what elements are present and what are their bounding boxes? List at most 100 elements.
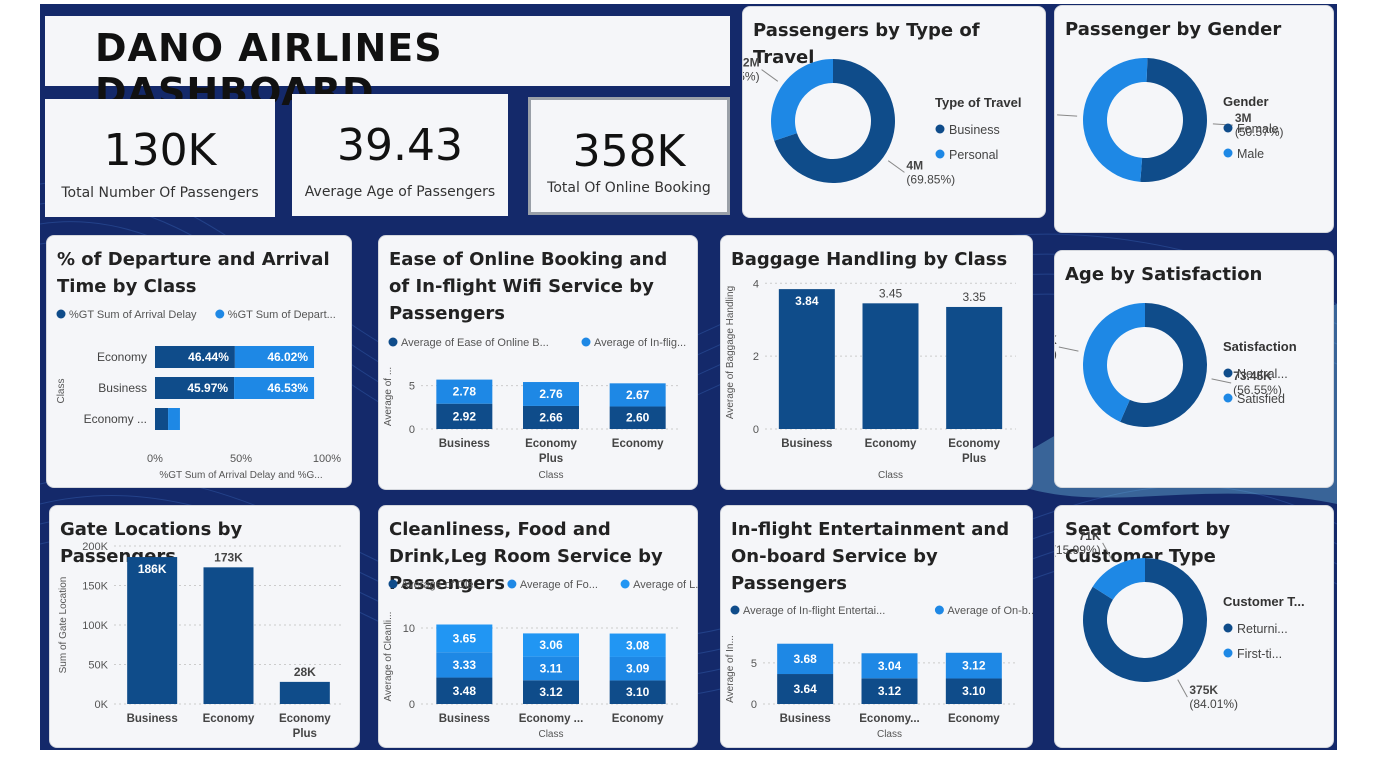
- legend-entry: Satisfied: [1237, 392, 1285, 406]
- category-label: Plus: [293, 728, 317, 740]
- category-label: Business: [781, 438, 832, 450]
- category-label: Business: [439, 438, 490, 450]
- category-label: Plus: [962, 453, 986, 465]
- chart-card-seat[interactable]: Seat Comfort by Customer Type 375K (84.01%…: [1054, 505, 1334, 748]
- tick-label: 100K: [82, 620, 108, 632]
- category-label: Economy: [525, 438, 577, 450]
- chart-card-agesat[interactable]: Age by Satisfaction73.45K(56.55%)56.43K(…: [1054, 250, 1334, 488]
- chart-svg-gate: 0K 50K 100K 150K 200K Sum of Gate Location 186…: [58, 541, 343, 740]
- kpi-label: Total Of Online Booking: [547, 180, 711, 196]
- bar: [778, 289, 835, 429]
- tick-label: 5: [751, 658, 757, 670]
- donut-slice: [771, 59, 833, 141]
- tick-label: 200K: [82, 541, 108, 553]
- data-label: 46.02%: [267, 350, 308, 364]
- data-label: 3.65: [453, 631, 477, 645]
- category-label: Economy: [948, 438, 1000, 450]
- chart-card-gender[interactable]: Passenger by Gender3M(50.57%)3M(49.43%)G…: [1054, 5, 1334, 233]
- category-label: Plus: [539, 453, 563, 465]
- kpi-label: Average Age of Passengers: [304, 184, 496, 200]
- legend-marker: [1223, 123, 1233, 133]
- bar: [203, 567, 254, 704]
- category-label: Economy: [612, 438, 664, 450]
- dashboard-canvas: DANO AIRLINES DASHBOARD 130K Total Numbe…: [0, 0, 1382, 758]
- x-axis-label: Class: [538, 729, 563, 740]
- legend-marker: [935, 124, 945, 134]
- percent-label: (69.85%): [906, 172, 955, 186]
- chart-card-baggage[interactable]: Baggage Handling by Class 0 2 4 Average of B…: [720, 235, 1033, 490]
- data-label: 2.78: [453, 385, 477, 399]
- value-label: 56.43K: [1055, 333, 1057, 347]
- x-axis-label: %GT Sum of Arrival Delay and %G...: [159, 470, 322, 481]
- category-label: Economy: [203, 713, 255, 725]
- category-label: Business: [780, 713, 831, 725]
- x-axis-label: Class: [878, 470, 903, 481]
- chart-card-clean[interactable]: Cleanliness, Food and Drink,Leg Room Ser…: [378, 505, 699, 748]
- legend-entry: Personal: [949, 148, 998, 162]
- tick-label: 10: [403, 623, 415, 635]
- legend-title: Type of Travel: [935, 95, 1021, 110]
- legend-title: Gender: [1223, 94, 1269, 109]
- legend-entry: Neutral...: [1237, 367, 1288, 381]
- data-label: 3.68: [793, 652, 817, 666]
- kpi-total-passengers[interactable]: 130K Total Number Of Passengers: [45, 99, 275, 217]
- leader-line: [887, 160, 905, 173]
- data-label: 3.08: [626, 638, 650, 652]
- legend-marker: [1223, 368, 1233, 378]
- legend-entry: Average of Ease of Online B...: [401, 337, 549, 349]
- chart-svg-departure: %GT Sum of Arrival Delay %GT Sum of Depar…: [56, 309, 341, 481]
- data-label: 3.10: [626, 685, 650, 699]
- legend-marker: [215, 309, 225, 319]
- chart-card-gate[interactable]: Gate Locations by Passengers 0K 50K 100K 150…: [49, 505, 360, 748]
- legend-marker: [935, 149, 945, 159]
- category-label: Economy: [97, 350, 147, 364]
- bar: [127, 557, 178, 704]
- data-label: 173K: [214, 550, 243, 564]
- kpi-average-age[interactable]: 39.43 Average Age of Passengers: [292, 94, 508, 216]
- leader-line: [1102, 542, 1113, 561]
- data-label: 3.35: [962, 290, 986, 304]
- data-label: 3.12: [962, 659, 986, 673]
- y-axis-label: Average of Baggage Handling: [725, 286, 736, 419]
- data-label: 3.12: [539, 685, 563, 699]
- tick-label: 4: [753, 278, 759, 290]
- legend-entry: %GT Sum of Arrival Delay: [69, 309, 197, 321]
- chart-card-online[interactable]: Ease of Online Booking and of In-flight …: [378, 235, 698, 490]
- category-label: Economy: [865, 438, 917, 450]
- category-label: Economy ...: [519, 713, 584, 725]
- chart-svg-travel: 4M(69.85%) 2M(30.15%) Type of Travel Busine…: [743, 56, 1021, 187]
- data-label: 46.44%: [188, 350, 229, 364]
- chart-svg-baggage: 0 2 4 Average of Baggage Handling 3.84 Busine…: [725, 278, 1016, 481]
- kpi-value: 358K: [572, 126, 686, 177]
- tick-label: 50%: [230, 453, 252, 465]
- y-axis-label: Average of In...: [725, 635, 736, 703]
- chart-svg-gender: 3M(50.57%)3M(49.43%)GenderFemaleMale: [1055, 58, 1284, 183]
- chart-card-departure[interactable]: % of Departure and Arrival Time by Class…: [46, 235, 352, 488]
- y-axis-label: Sum of Gate Location: [58, 577, 69, 674]
- legend-entry: Returni...: [1237, 622, 1288, 636]
- legend-marker: [581, 337, 591, 347]
- data-label: 3.09: [626, 662, 650, 676]
- leader-line: [1211, 378, 1232, 384]
- kpi-online-booking[interactable]: 358K Total Of Online Booking: [528, 97, 730, 215]
- data-label: 45.97%: [187, 381, 228, 395]
- x-axis-label: Class: [538, 470, 563, 481]
- legend-entry: Average of On-b...: [947, 605, 1034, 617]
- legend-title: Customer T...: [1223, 594, 1305, 609]
- legend-entry: Average of In-flight Entertai...: [743, 605, 885, 617]
- chart-card-travel[interactable]: Passengers by Type of Travel 4M (69.85%) 2M…: [742, 6, 1046, 218]
- data-label: 3.64: [793, 682, 817, 696]
- data-label: 3.48: [453, 684, 477, 698]
- chart-card-entertain[interactable]: In-flight Entertainment and On-board Ser…: [720, 505, 1034, 748]
- percent-label: (84.01%): [1189, 697, 1238, 711]
- data-label: 3.84: [795, 294, 819, 308]
- legend-title: Satisfaction: [1223, 339, 1297, 354]
- title-banner: DANO AIRLINES DASHBOARD: [45, 16, 730, 114]
- tick-label: 0: [753, 424, 759, 436]
- kpi-value: 39.43: [337, 120, 463, 171]
- tick-label: 0K: [95, 699, 109, 711]
- value-label: 71K: [1079, 529, 1101, 543]
- bar-segment: [155, 408, 169, 430]
- data-label: 2.66: [539, 410, 563, 424]
- data-label: 3.06: [539, 638, 563, 652]
